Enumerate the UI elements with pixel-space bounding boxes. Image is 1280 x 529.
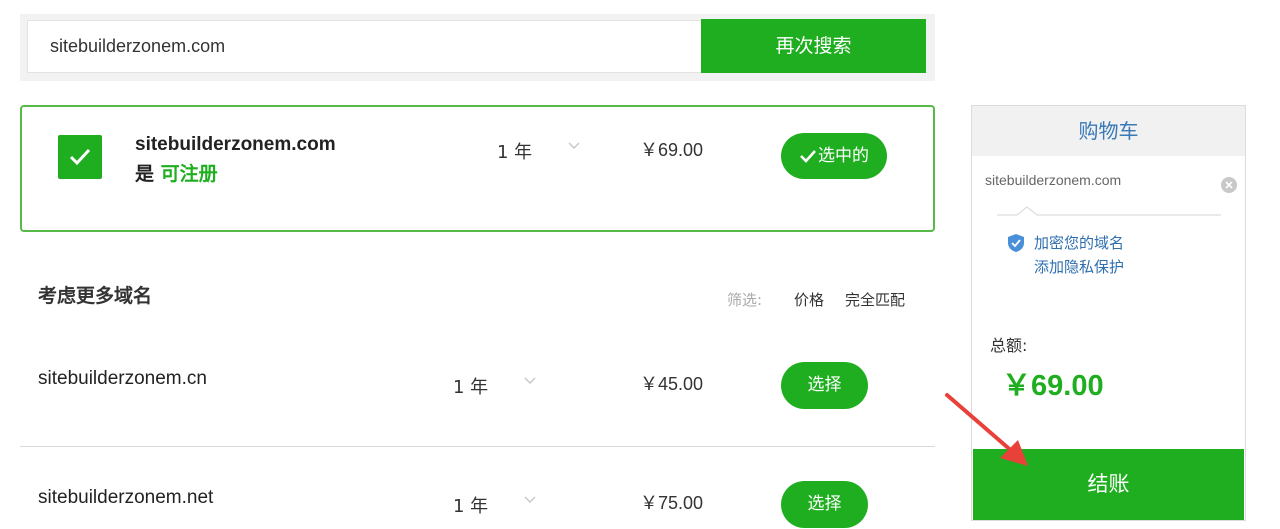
selected-domain-name: sitebuilderzonem.com [135,134,336,155]
check-icon [800,150,816,163]
domain-row-price: ￥75.00 [640,493,704,513]
selected-button[interactable]: 选中的 [781,133,887,179]
close-icon [1225,181,1233,189]
term-select[interactable]: 1 年 [453,373,488,399]
search-input[interactable]: sitebuilderzonem.com [27,20,703,73]
filter-price[interactable]: 价格 [794,289,824,310]
status-available: 可注册 [160,163,218,185]
domain-row-name: sitebuilderzonem.net [38,487,214,508]
domain-row-price: ￥45.00 [640,374,704,394]
privacy-title: 加密您的域名 [1034,234,1125,252]
chevron-down-icon[interactable] [524,377,536,385]
divider [997,206,1221,216]
total-label: 总额: [990,336,1028,355]
search-bar: sitebuilderzonem.com 再次搜索 [20,14,935,81]
selected-price: ￥69.00 [640,140,704,160]
selected-domain-card: sitebuilderzonem.com 是 可注册 1 年 ￥69.00 选中… [20,105,935,232]
domain-row-name: sitebuilderzonem.cn [38,368,207,389]
term-select[interactable]: 1 年 [453,492,488,518]
cart-title: 购物车 [972,106,1245,156]
search-again-button[interactable]: 再次搜索 [701,19,926,73]
divider [20,446,935,447]
chevron-down-icon[interactable] [568,142,580,150]
add-privacy-link[interactable]: 添加隐私保护 [1034,256,1124,277]
filter-exact-match[interactable]: 完全匹配 [845,289,905,310]
term-select[interactable]: 1 年 [497,138,532,164]
selected-button-label: 选中的 [818,146,869,166]
page: sitebuilderzonem.com 再次搜索 sitebuilderzon… [0,0,1280,529]
status-prefix: 是 [135,163,155,185]
select-button[interactable]: 选择 [781,362,868,409]
filter-label: 筛选: [727,291,763,309]
arrow-pointer-icon [945,393,1028,466]
chevron-down-icon[interactable] [524,496,536,504]
more-domains-title: 考虑更多域名 [38,285,153,307]
remove-item-button[interactable] [1221,177,1237,193]
check-icon [69,148,91,166]
select-button[interactable]: 选择 [781,481,868,528]
availability-status: 是 可注册 [135,159,218,186]
checkbox[interactable] [58,135,102,179]
cart-item-domain: sitebuilderzonem.com [985,172,1122,188]
shield-icon [1008,234,1024,252]
